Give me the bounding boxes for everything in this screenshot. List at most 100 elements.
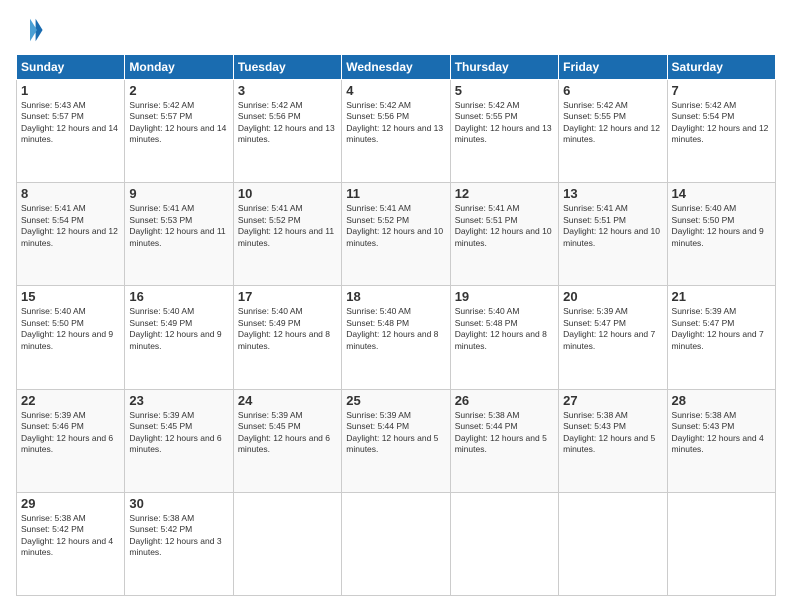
day-info: Sunrise: 5:42 AM Sunset: 5:56 PM Dayligh… [238, 100, 337, 146]
day-info: Sunrise: 5:42 AM Sunset: 5:54 PM Dayligh… [672, 100, 771, 146]
day-info: Sunrise: 5:40 AM Sunset: 5:48 PM Dayligh… [455, 306, 554, 352]
day-info: Sunrise: 5:41 AM Sunset: 5:52 PM Dayligh… [238, 203, 337, 249]
calendar-header-friday: Friday [559, 55, 667, 80]
calendar-header-wednesday: Wednesday [342, 55, 450, 80]
calendar-cell: 7 Sunrise: 5:42 AM Sunset: 5:54 PM Dayli… [667, 80, 775, 183]
day-number: 17 [238, 289, 337, 304]
day-number: 7 [672, 83, 771, 98]
calendar-cell: 27 Sunrise: 5:38 AM Sunset: 5:43 PM Dayl… [559, 389, 667, 492]
calendar-cell: 26 Sunrise: 5:38 AM Sunset: 5:44 PM Dayl… [450, 389, 558, 492]
calendar-header-row: SundayMondayTuesdayWednesdayThursdayFrid… [17, 55, 776, 80]
day-number: 28 [672, 393, 771, 408]
calendar-cell: 10 Sunrise: 5:41 AM Sunset: 5:52 PM Dayl… [233, 183, 341, 286]
day-info: Sunrise: 5:39 AM Sunset: 5:44 PM Dayligh… [346, 410, 445, 456]
day-info: Sunrise: 5:40 AM Sunset: 5:48 PM Dayligh… [346, 306, 445, 352]
calendar-cell: 3 Sunrise: 5:42 AM Sunset: 5:56 PM Dayli… [233, 80, 341, 183]
calendar-cell: 24 Sunrise: 5:39 AM Sunset: 5:45 PM Dayl… [233, 389, 341, 492]
calendar-cell [667, 492, 775, 595]
day-number: 29 [21, 496, 120, 511]
day-number: 9 [129, 186, 228, 201]
calendar-cell: 14 Sunrise: 5:40 AM Sunset: 5:50 PM Dayl… [667, 183, 775, 286]
day-info: Sunrise: 5:40 AM Sunset: 5:49 PM Dayligh… [129, 306, 228, 352]
calendar-cell: 19 Sunrise: 5:40 AM Sunset: 5:48 PM Dayl… [450, 286, 558, 389]
day-info: Sunrise: 5:41 AM Sunset: 5:52 PM Dayligh… [346, 203, 445, 249]
day-number: 21 [672, 289, 771, 304]
calendar-week-4: 22 Sunrise: 5:39 AM Sunset: 5:46 PM Dayl… [17, 389, 776, 492]
calendar-cell: 22 Sunrise: 5:39 AM Sunset: 5:46 PM Dayl… [17, 389, 125, 492]
calendar-cell: 30 Sunrise: 5:38 AM Sunset: 5:42 PM Dayl… [125, 492, 233, 595]
day-info: Sunrise: 5:41 AM Sunset: 5:54 PM Dayligh… [21, 203, 120, 249]
day-number: 14 [672, 186, 771, 201]
calendar-cell: 6 Sunrise: 5:42 AM Sunset: 5:55 PM Dayli… [559, 80, 667, 183]
calendar-cell: 5 Sunrise: 5:42 AM Sunset: 5:55 PM Dayli… [450, 80, 558, 183]
day-number: 20 [563, 289, 662, 304]
calendar-cell: 23 Sunrise: 5:39 AM Sunset: 5:45 PM Dayl… [125, 389, 233, 492]
calendar-week-3: 15 Sunrise: 5:40 AM Sunset: 5:50 PM Dayl… [17, 286, 776, 389]
calendar-header-tuesday: Tuesday [233, 55, 341, 80]
day-number: 25 [346, 393, 445, 408]
day-info: Sunrise: 5:41 AM Sunset: 5:53 PM Dayligh… [129, 203, 228, 249]
logo [16, 16, 48, 44]
day-info: Sunrise: 5:42 AM Sunset: 5:55 PM Dayligh… [455, 100, 554, 146]
calendar-header-sunday: Sunday [17, 55, 125, 80]
calendar-cell: 29 Sunrise: 5:38 AM Sunset: 5:42 PM Dayl… [17, 492, 125, 595]
day-number: 6 [563, 83, 662, 98]
day-info: Sunrise: 5:38 AM Sunset: 5:42 PM Dayligh… [21, 513, 120, 559]
calendar-header-saturday: Saturday [667, 55, 775, 80]
day-number: 24 [238, 393, 337, 408]
day-number: 12 [455, 186, 554, 201]
calendar-cell: 8 Sunrise: 5:41 AM Sunset: 5:54 PM Dayli… [17, 183, 125, 286]
day-number: 1 [21, 83, 120, 98]
day-info: Sunrise: 5:41 AM Sunset: 5:51 PM Dayligh… [563, 203, 662, 249]
calendar-cell: 20 Sunrise: 5:39 AM Sunset: 5:47 PM Dayl… [559, 286, 667, 389]
day-info: Sunrise: 5:40 AM Sunset: 5:50 PM Dayligh… [21, 306, 120, 352]
day-info: Sunrise: 5:38 AM Sunset: 5:43 PM Dayligh… [563, 410, 662, 456]
day-info: Sunrise: 5:42 AM Sunset: 5:56 PM Dayligh… [346, 100, 445, 146]
calendar-header-thursday: Thursday [450, 55, 558, 80]
calendar-week-1: 1 Sunrise: 5:43 AM Sunset: 5:57 PM Dayli… [17, 80, 776, 183]
day-info: Sunrise: 5:39 AM Sunset: 5:47 PM Dayligh… [672, 306, 771, 352]
calendar-cell [233, 492, 341, 595]
day-info: Sunrise: 5:38 AM Sunset: 5:44 PM Dayligh… [455, 410, 554, 456]
day-number: 18 [346, 289, 445, 304]
calendar-cell: 28 Sunrise: 5:38 AM Sunset: 5:43 PM Dayl… [667, 389, 775, 492]
calendar-cell: 17 Sunrise: 5:40 AM Sunset: 5:49 PM Dayl… [233, 286, 341, 389]
day-info: Sunrise: 5:41 AM Sunset: 5:51 PM Dayligh… [455, 203, 554, 249]
calendar-cell: 21 Sunrise: 5:39 AM Sunset: 5:47 PM Dayl… [667, 286, 775, 389]
day-info: Sunrise: 5:39 AM Sunset: 5:45 PM Dayligh… [238, 410, 337, 456]
calendar-cell: 1 Sunrise: 5:43 AM Sunset: 5:57 PM Dayli… [17, 80, 125, 183]
day-number: 4 [346, 83, 445, 98]
calendar-cell: 11 Sunrise: 5:41 AM Sunset: 5:52 PM Dayl… [342, 183, 450, 286]
day-number: 5 [455, 83, 554, 98]
day-number: 19 [455, 289, 554, 304]
calendar-cell: 16 Sunrise: 5:40 AM Sunset: 5:49 PM Dayl… [125, 286, 233, 389]
calendar-cell: 15 Sunrise: 5:40 AM Sunset: 5:50 PM Dayl… [17, 286, 125, 389]
day-number: 23 [129, 393, 228, 408]
calendar-cell: 2 Sunrise: 5:42 AM Sunset: 5:57 PM Dayli… [125, 80, 233, 183]
day-number: 8 [21, 186, 120, 201]
day-info: Sunrise: 5:39 AM Sunset: 5:45 PM Dayligh… [129, 410, 228, 456]
calendar-cell: 25 Sunrise: 5:39 AM Sunset: 5:44 PM Dayl… [342, 389, 450, 492]
day-info: Sunrise: 5:42 AM Sunset: 5:55 PM Dayligh… [563, 100, 662, 146]
day-info: Sunrise: 5:43 AM Sunset: 5:57 PM Dayligh… [21, 100, 120, 146]
calendar-cell [450, 492, 558, 595]
calendar-cell: 18 Sunrise: 5:40 AM Sunset: 5:48 PM Dayl… [342, 286, 450, 389]
day-info: Sunrise: 5:38 AM Sunset: 5:43 PM Dayligh… [672, 410, 771, 456]
calendar-cell [559, 492, 667, 595]
day-number: 15 [21, 289, 120, 304]
day-number: 3 [238, 83, 337, 98]
day-info: Sunrise: 5:40 AM Sunset: 5:49 PM Dayligh… [238, 306, 337, 352]
day-info: Sunrise: 5:40 AM Sunset: 5:50 PM Dayligh… [672, 203, 771, 249]
day-info: Sunrise: 5:42 AM Sunset: 5:57 PM Dayligh… [129, 100, 228, 146]
calendar-week-5: 29 Sunrise: 5:38 AM Sunset: 5:42 PM Dayl… [17, 492, 776, 595]
day-number: 11 [346, 186, 445, 201]
calendar-week-2: 8 Sunrise: 5:41 AM Sunset: 5:54 PM Dayli… [17, 183, 776, 286]
logo-icon [16, 16, 44, 44]
calendar-table: SundayMondayTuesdayWednesdayThursdayFrid… [16, 54, 776, 596]
calendar-header-monday: Monday [125, 55, 233, 80]
day-info: Sunrise: 5:38 AM Sunset: 5:42 PM Dayligh… [129, 513, 228, 559]
day-number: 13 [563, 186, 662, 201]
day-number: 2 [129, 83, 228, 98]
header [16, 16, 776, 44]
day-number: 22 [21, 393, 120, 408]
